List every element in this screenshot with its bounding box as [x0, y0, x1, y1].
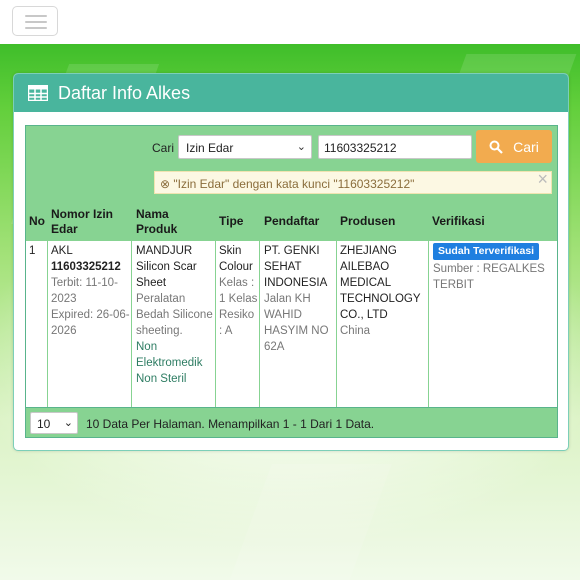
- izin-prefix: AKL: [51, 245, 73, 257]
- per-page-select[interactable]: 10 ⌄: [30, 412, 78, 434]
- product-name: MANDJUR Silicon Scar Sheet: [136, 245, 197, 289]
- product-description: Peralatan Bedah Silicone sheeting.: [136, 293, 213, 337]
- table-row: 1 AKL 11603325212 Terbit: 11-10-2023 Exp…: [26, 241, 557, 407]
- search-alert: ⊗ "Izin Edar" dengan kata kunci "1160332…: [154, 169, 552, 194]
- search-filter-value: Izin Edar: [186, 141, 234, 155]
- table-footer: 10 ⌄ 10 Data Per Halaman. Menampilkan 1 …: [26, 407, 557, 437]
- clear-filter-icon[interactable]: ⊗: [160, 177, 170, 191]
- column-header-produsen: Produsen: [340, 214, 396, 228]
- search-input[interactable]: 11603325212: [318, 135, 472, 159]
- search-bar: Cari Izin Edar ⌄ 11603325212 Cari ⊗ "Izi…: [26, 126, 557, 204]
- top-navbar: [0, 0, 580, 44]
- nama-produk-cell: MANDJUR Silicon Scar Sheet Peralatan Bed…: [136, 243, 214, 387]
- verifikasi-cell: Sudah Terverifikasi Sumber : REGALKES TE…: [433, 243, 555, 293]
- izin-number: 11603325212: [51, 261, 121, 273]
- manufacturer-country: China: [340, 325, 371, 337]
- pendaftar-cell: PT. GENKI SEHAT INDONESIA Jalan KH WAHID…: [264, 243, 336, 355]
- chevron-down-icon: ⌄: [63, 417, 73, 429]
- column-header-verifikasi: Verifikasi: [432, 214, 485, 228]
- izin-edar-cell: AKL 11603325212 Terbit: 11-10-2023 Expir…: [51, 243, 131, 339]
- manufacturer-name: ZHEJIANG AILEBAO MEDICAL TECHNOLOGY CO.,…: [340, 245, 421, 321]
- panel-header: Daftar Info Alkes: [14, 74, 568, 112]
- verified-badge: Sudah Terverifikasi: [433, 243, 540, 260]
- search-filter-select[interactable]: Izin Edar ⌄: [178, 135, 312, 159]
- product-type: Skin Colour: [219, 245, 253, 273]
- column-header-nomor-izin-edar: Nomor Izin Edar: [51, 207, 113, 236]
- hamburger-icon[interactable]: [12, 6, 58, 36]
- column-header-tipe: Tipe: [219, 214, 244, 228]
- verification-source: Sumber : REGALKES TERBIT: [433, 263, 545, 291]
- pagination-info: 10 Data Per Halaman. Menampilkan 1 - 1 D…: [86, 417, 375, 431]
- search-button-label: Cari: [513, 138, 539, 155]
- product-category: Non Elektromedik Non Steril: [136, 341, 203, 385]
- column-header-pendaftar: Pendaftar: [264, 214, 320, 228]
- per-page-value: 10: [37, 417, 51, 431]
- search-alert-text: "Izin Edar" dengan kata kunci "116033252…: [173, 177, 415, 191]
- izin-terbit: Terbit: 11-10-2023: [51, 277, 118, 305]
- close-icon[interactable]: ×: [537, 169, 548, 190]
- search-button[interactable]: Cari: [476, 130, 552, 163]
- data-table: Cari Izin Edar ⌄ 11603325212 Cari ⊗ "Izi…: [25, 125, 558, 438]
- registrant-name: PT. GENKI SEHAT INDONESIA: [264, 245, 328, 289]
- alkes-panel: Daftar Info Alkes Cari Izin Edar ⌄ 11603…: [13, 73, 569, 451]
- izin-expired: Expired: 26-06-2026: [51, 309, 130, 337]
- row-no: 1: [29, 245, 36, 257]
- table-header: No Nomor Izin Edar Nama Produk Tipe Pend…: [26, 204, 557, 241]
- produsen-cell: ZHEJIANG AILEBAO MEDICAL TECHNOLOGY CO.,…: [340, 243, 428, 339]
- registrant-address: Jalan KH WAHID HASYIM NO 62A: [264, 293, 329, 353]
- chevron-down-icon: ⌄: [296, 141, 306, 153]
- column-header-no: No: [29, 214, 45, 228]
- product-class: Kelas : 1 Kelas Resiko : A: [219, 277, 258, 337]
- search-icon: [489, 140, 503, 154]
- search-input-value: 11603325212: [324, 141, 397, 155]
- panel-title: Daftar Info Alkes: [58, 82, 191, 103]
- table-icon: [28, 85, 48, 101]
- tipe-cell: Skin Colour Kelas : 1 Kelas Resiko : A: [219, 243, 259, 339]
- column-header-nama-produk: Nama Produk: [136, 207, 178, 236]
- search-label: Cari: [152, 141, 175, 155]
